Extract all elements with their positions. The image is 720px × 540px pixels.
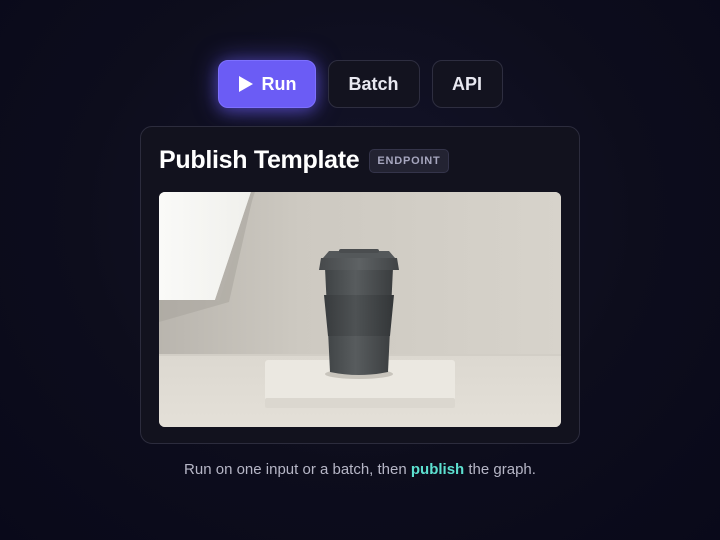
- caption: Run on one input or a batch, then publis…: [0, 461, 720, 478]
- card-title: Publish Template: [159, 146, 360, 174]
- batch-button-label: Batch: [348, 73, 399, 94]
- caption-text-after: the graph.: [464, 461, 536, 478]
- caption-highlight: publish: [410, 461, 465, 478]
- caption-text-before: Run on one input or a batch, then: [184, 461, 411, 478]
- mode-tabs: Run Batch API: [0, 60, 720, 108]
- run-button[interactable]: Run: [217, 60, 316, 108]
- api-button-label: API: [451, 73, 482, 94]
- batch-button[interactable]: Batch: [327, 60, 420, 108]
- endpoint-badge: ENDPOINT: [369, 148, 449, 173]
- card-header: Publish Template ENDPOINT: [159, 146, 449, 175]
- run-button-label: Run: [261, 73, 297, 94]
- preview-image: [159, 192, 561, 427]
- play-icon: [238, 76, 253, 92]
- api-button[interactable]: API: [431, 60, 503, 108]
- template-card: Publish Template ENDPOINT: [140, 126, 580, 444]
